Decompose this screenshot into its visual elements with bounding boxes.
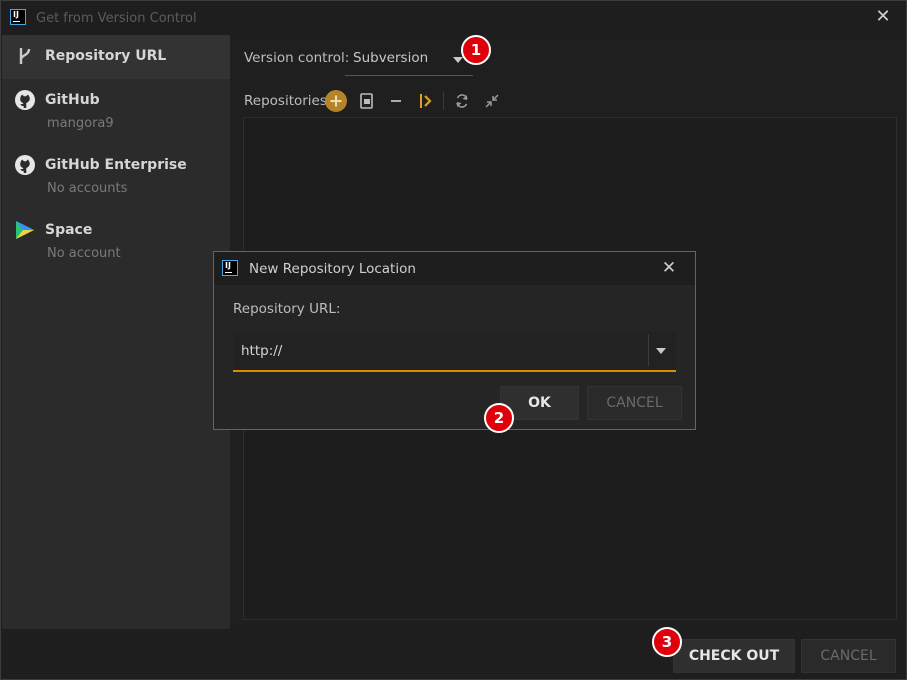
sidebar-item-label: Space <box>45 222 93 238</box>
sidebar-item-account: No accounts <box>47 181 128 196</box>
cancel-button[interactable]: CANCEL <box>801 639 896 673</box>
export-button[interactable] <box>355 89 379 113</box>
window-title: Get from Version Control <box>36 11 197 26</box>
check-out-button[interactable]: CHECK OUT <box>673 639 795 673</box>
sidebar-item-github[interactable]: GitHub mangora9 <box>2 85 230 137</box>
step-badge-2: 2 <box>484 403 514 433</box>
close-icon[interactable]: ✕ <box>873 7 893 27</box>
github-icon <box>15 155 35 175</box>
dialog-cancel-button[interactable]: CANCEL <box>587 386 682 420</box>
sidebar-item-repository-url[interactable]: Repository URL <box>2 35 230 79</box>
bottom-bar: CHECK OUT CANCEL <box>1 629 906 679</box>
version-control-label: Version control: <box>244 50 350 66</box>
sidebar-item-label: GitHub Enterprise <box>45 157 187 173</box>
branch-button[interactable] <box>413 89 437 113</box>
dialog-title: New Repository Location <box>249 261 416 277</box>
remove-repository-button[interactable] <box>384 89 408 113</box>
version-control-value: Subversion <box>353 50 429 66</box>
toolbar-divider <box>443 92 444 110</box>
sidebar: Repository URL GitHub mangora9 GitHub En… <box>2 35 230 629</box>
version-control-dropdown[interactable]: Subversion <box>345 43 473 76</box>
step-badge-1: 1 <box>461 35 491 65</box>
repository-url-label: Repository URL: <box>233 301 341 317</box>
sidebar-item-github-enterprise[interactable]: GitHub Enterprise No accounts <box>2 150 230 202</box>
title-bar: IJ Get from Version Control ✕ <box>1 1 906 35</box>
close-icon[interactable]: ✕ <box>659 258 679 278</box>
space-icon <box>16 221 34 239</box>
sidebar-item-label: GitHub <box>45 92 100 108</box>
new-repository-location-dialog: IJ New Repository Location ✕ Repository … <box>213 251 696 430</box>
url-history-dropdown[interactable] <box>648 334 673 366</box>
chevron-down-icon <box>453 57 463 63</box>
add-repository-button[interactable] <box>324 89 348 113</box>
repository-url-combobox[interactable] <box>233 332 676 372</box>
minus-icon <box>391 100 401 102</box>
repository-url-input[interactable] <box>233 332 643 370</box>
step-badge-3: 3 <box>652 627 682 657</box>
add-icon <box>325 90 347 112</box>
collapse-button[interactable] <box>480 89 504 113</box>
sidebar-item-label: Repository URL <box>45 48 167 64</box>
sidebar-item-account: mangora9 <box>47 116 114 131</box>
sidebar-item-account: No account <box>47 246 121 261</box>
repositories-label: Repositories: <box>244 93 332 109</box>
sidebar-item-space[interactable]: Space No account <box>2 215 230 267</box>
refresh-icon <box>456 94 468 108</box>
app-logo-icon: IJ <box>222 260 238 276</box>
vcs-branch-icon <box>19 48 31 64</box>
dialog-title-bar: IJ New Repository Location ✕ <box>214 252 695 285</box>
app-logo-icon: IJ <box>10 9 26 25</box>
collapse-icon <box>485 94 499 108</box>
export-icon <box>360 93 373 109</box>
branch-icon <box>420 94 432 108</box>
refresh-button[interactable] <box>450 89 474 113</box>
chevron-down-icon <box>656 348 666 354</box>
github-icon <box>15 90 35 110</box>
